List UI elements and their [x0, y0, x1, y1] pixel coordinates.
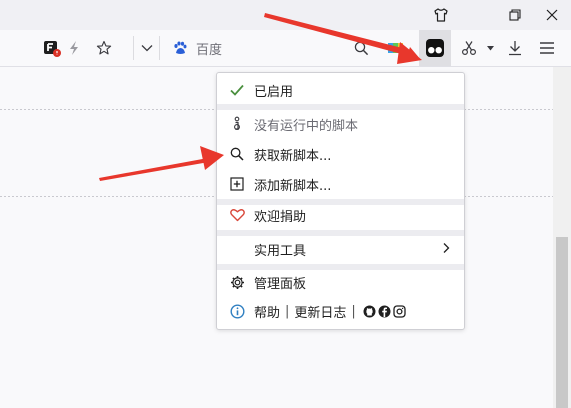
arrow-to-tampermonkey-icon: [264, 13, 422, 64]
arrow-to-get-new-scripts: [99, 146, 224, 181]
annotation-arrows: [99, 13, 422, 181]
